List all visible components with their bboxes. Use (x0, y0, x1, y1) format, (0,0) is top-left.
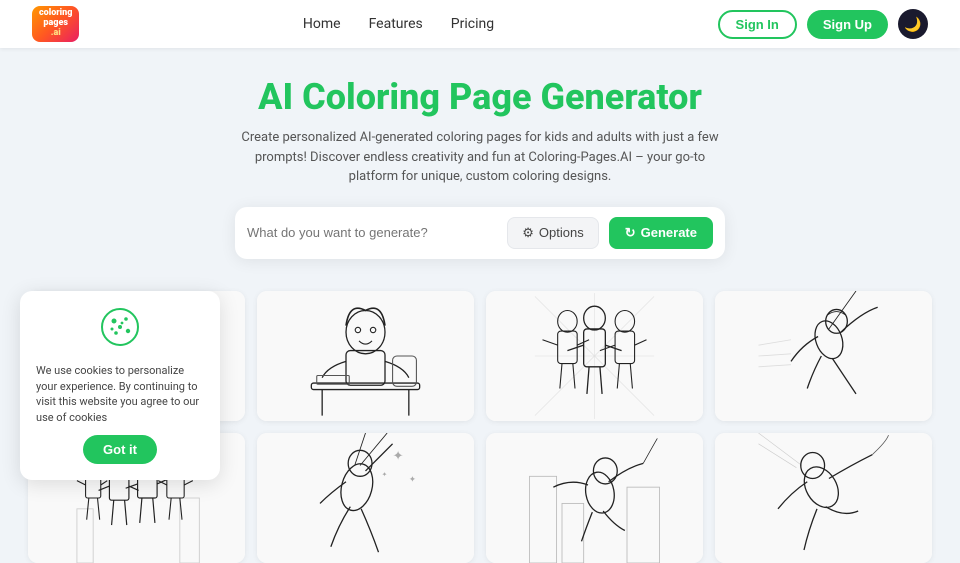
gallery-image (486, 433, 703, 563)
gallery-item[interactable] (715, 433, 932, 563)
cookie-accept-button[interactable]: Got it (83, 435, 157, 464)
page-title: AI Coloring Page Generator (20, 76, 940, 118)
nav-links: Home Features Pricing (303, 16, 494, 32)
generate-label: Generate (641, 225, 697, 240)
navbar-actions: Sign In Sign Up 🌙 (718, 9, 928, 39)
gallery-image (715, 433, 932, 563)
dark-mode-toggle[interactable]: 🌙 (898, 9, 928, 39)
cookie-icon (36, 307, 204, 355)
nav-features[interactable]: Features (369, 16, 423, 32)
gallery-image (486, 291, 703, 421)
gallery-item[interactable] (715, 291, 932, 421)
gallery-item[interactable]: ✦ ✦ ✦ (257, 433, 474, 563)
moon-icon: 🌙 (904, 16, 921, 33)
gallery-image (715, 291, 932, 421)
svg-text:✦: ✦ (382, 470, 388, 478)
gallery-item[interactable] (486, 433, 703, 563)
gear-icon: ⚙ (522, 225, 534, 241)
cookie-text: We use cookies to personalize your exper… (36, 363, 204, 425)
svg-text:✦: ✦ (409, 474, 417, 484)
search-input[interactable] (247, 225, 497, 240)
navbar: coloring pages .ai Home Features Pricing… (0, 0, 960, 48)
options-label: Options (539, 225, 584, 240)
search-container: ⚙ Options ↻ Generate (235, 207, 725, 259)
hero-section: AI Coloring Page Generator Create person… (0, 48, 960, 275)
options-button[interactable]: ⚙ Options (507, 217, 598, 249)
logo-badge: coloring pages .ai (32, 6, 79, 42)
cookie-banner: We use cookies to personalize your exper… (20, 291, 220, 480)
gallery-image: ✦ ✦ ✦ (257, 433, 474, 563)
hero-subtitle: Create personalized AI-generated colorin… (240, 128, 720, 187)
nav-pricing[interactable]: Pricing (451, 16, 494, 32)
signin-button[interactable]: Sign In (718, 10, 797, 39)
nav-home[interactable]: Home (303, 16, 341, 32)
signup-button[interactable]: Sign Up (807, 10, 888, 39)
refresh-icon: ↻ (625, 225, 636, 241)
generate-button[interactable]: ↻ Generate (609, 217, 713, 249)
logo: coloring pages .ai (32, 6, 79, 42)
gallery-item[interactable] (257, 291, 474, 421)
svg-text:✦: ✦ (393, 449, 404, 464)
gallery-image (257, 291, 474, 421)
gallery-item[interactable] (486, 291, 703, 421)
